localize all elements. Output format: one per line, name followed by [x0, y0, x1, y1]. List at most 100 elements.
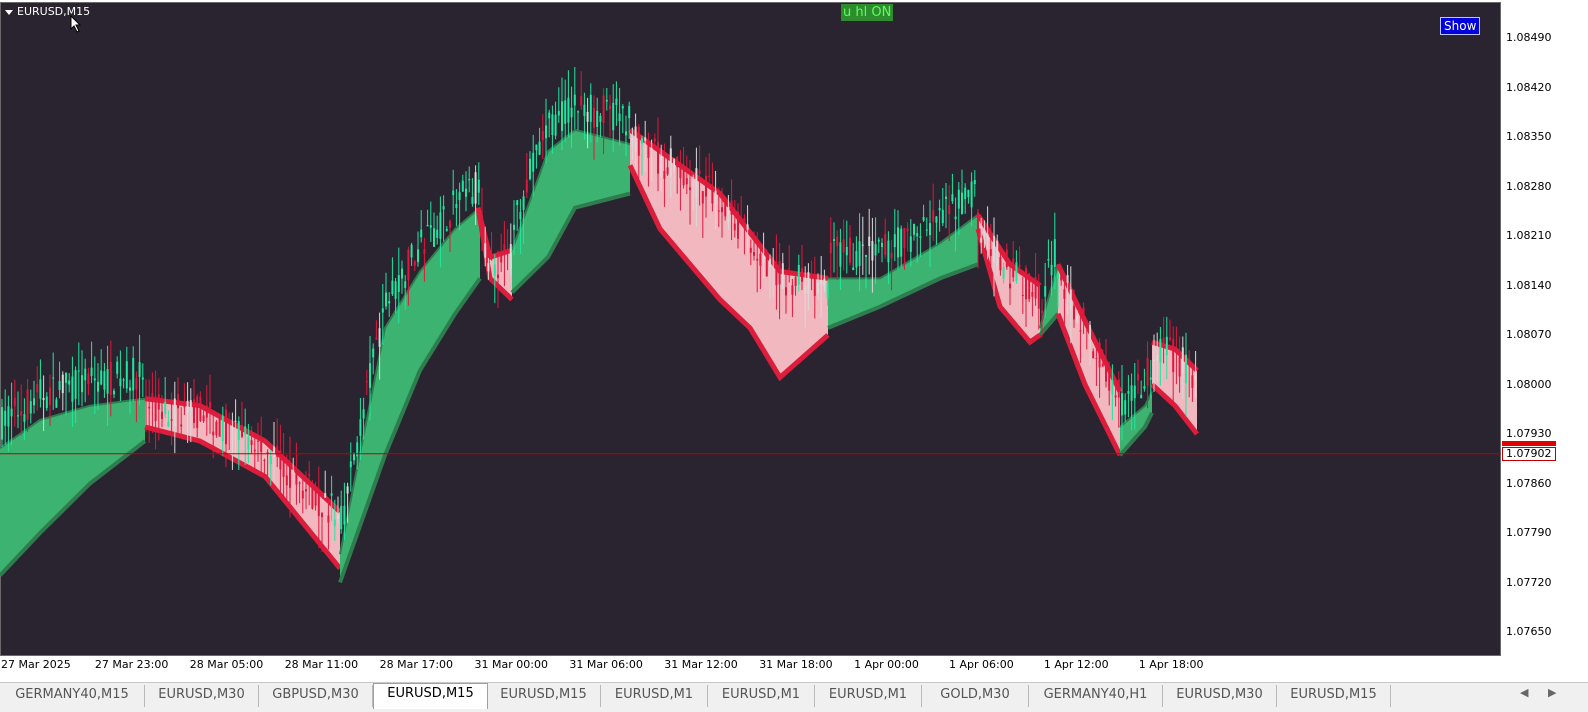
candle-body [509, 244, 512, 270]
candle-body [10, 408, 13, 417]
candle-body [106, 369, 109, 394]
candle-body [973, 180, 976, 185]
chart-tab[interactable]: EURUSD,M15 [1277, 685, 1391, 707]
candle-body [260, 441, 263, 452]
candle-body [1034, 276, 1037, 299]
candle-body [759, 253, 762, 266]
candle-body [609, 105, 611, 110]
candle-body [465, 188, 467, 197]
candle-body [365, 381, 368, 383]
candle-body [212, 431, 215, 436]
candle-body [753, 252, 755, 256]
chart-tab[interactable]: GERMANY40,H1 [1029, 685, 1163, 707]
time-tick-label: 28 Mar 11:00 [284, 658, 359, 671]
candle-body [804, 286, 807, 293]
candle-body [1127, 391, 1130, 394]
candle-body [1082, 307, 1085, 317]
candle-body [196, 396, 199, 429]
scroll-left-icon[interactable]: ◀ [1520, 686, 1528, 699]
candle-body [513, 224, 515, 230]
candle-body [599, 115, 602, 122]
candle-body [413, 261, 416, 266]
candle-body [372, 348, 375, 358]
candle-body [948, 205, 951, 215]
candle-body [305, 489, 307, 492]
candle-body [954, 216, 957, 220]
candle-body [420, 229, 423, 238]
time-tick-label: 31 Mar 00:00 [474, 658, 548, 671]
candle-body [1105, 359, 1107, 382]
candle-body [58, 381, 61, 390]
candle-body [74, 370, 77, 399]
candle-body [884, 234, 887, 255]
candle-body [637, 126, 640, 156]
candle-body [583, 104, 586, 116]
candle-body [369, 363, 371, 388]
candle-body [1143, 386, 1146, 389]
price-tick-label: 1.08420 [1506, 80, 1552, 94]
chart-tab[interactable]: EURUSD,M1 [708, 685, 815, 707]
candle-body [68, 380, 71, 385]
candle-body [980, 237, 983, 243]
chart-tab[interactable]: EURUSD,M15 [487, 685, 601, 707]
candle-body [401, 268, 403, 279]
candle-body [493, 264, 496, 276]
chart-tab[interactable]: EURUSD,M15 [373, 683, 488, 709]
chart-tab[interactable]: GBPUSD,M30 [259, 685, 373, 707]
time-tick-label: 28 Mar 17:00 [379, 658, 454, 671]
candle-body [529, 158, 531, 180]
candle-body [1162, 337, 1165, 346]
candle-body [615, 98, 618, 105]
time-tick-label: 31 Mar 18:00 [759, 658, 833, 671]
chart-tab[interactable]: EURUSD,M30 [1163, 685, 1277, 707]
candle-body [1053, 239, 1056, 267]
candle-body [433, 228, 435, 247]
dropdown-triangle-icon[interactable] [5, 9, 13, 15]
candle-body [977, 212, 979, 237]
candle-body [1114, 395, 1117, 398]
chart-tab[interactable]: EURUSD,M30 [145, 685, 259, 707]
candle-body [1005, 249, 1008, 268]
candle-body [359, 419, 362, 436]
candle-body [141, 377, 144, 380]
candle-body [538, 141, 541, 155]
candle-body [519, 211, 522, 220]
candle-body [1185, 354, 1187, 384]
candle-body [477, 179, 480, 193]
candle-body [551, 114, 554, 136]
chart-tab[interactable]: EURUSD,M1 [815, 685, 922, 707]
show-button[interactable]: Show [1440, 17, 1481, 35]
price-tick-label: 1.08070 [1506, 328, 1552, 341]
candle-body [138, 362, 141, 377]
chart-tab[interactable]: GERMANY40,M15 [0, 685, 145, 707]
candle-body [970, 181, 973, 208]
candle-body [679, 163, 682, 179]
candle-body [500, 252, 503, 263]
candle-body [602, 95, 605, 124]
candle-body [484, 243, 487, 258]
chart-tab[interactable]: EURUSD,M1 [601, 685, 708, 707]
candle-body [282, 455, 285, 477]
time-tick-label: 1 Apr 00:00 [854, 658, 919, 671]
candle-body [221, 415, 224, 442]
current-price-label: 1.07902 [1502, 447, 1556, 461]
candle-body [429, 225, 432, 228]
candle-body [77, 370, 80, 372]
candle-body [45, 396, 48, 409]
candle-body [733, 223, 736, 231]
candle-body [545, 125, 547, 139]
chart-tab[interactable]: GOLD,M30 [922, 685, 1029, 707]
candle-body [961, 192, 963, 214]
chart-window: EURUSD,M15 u hl ON Show 1.07902 ◀ ▶ GERM… [0, 0, 1588, 712]
candle-body [52, 377, 55, 379]
candle-body [557, 110, 560, 116]
candle-body [938, 207, 941, 211]
candle-body [1188, 359, 1191, 363]
candle-body [967, 189, 970, 198]
candle-body [653, 138, 656, 142]
candle-body [109, 362, 112, 396]
candle-body [257, 440, 259, 442]
scroll-right-icon[interactable]: ▶ [1548, 686, 1556, 699]
candle-body [628, 106, 631, 119]
price-tick-label: 1.07790 [1506, 526, 1552, 539]
